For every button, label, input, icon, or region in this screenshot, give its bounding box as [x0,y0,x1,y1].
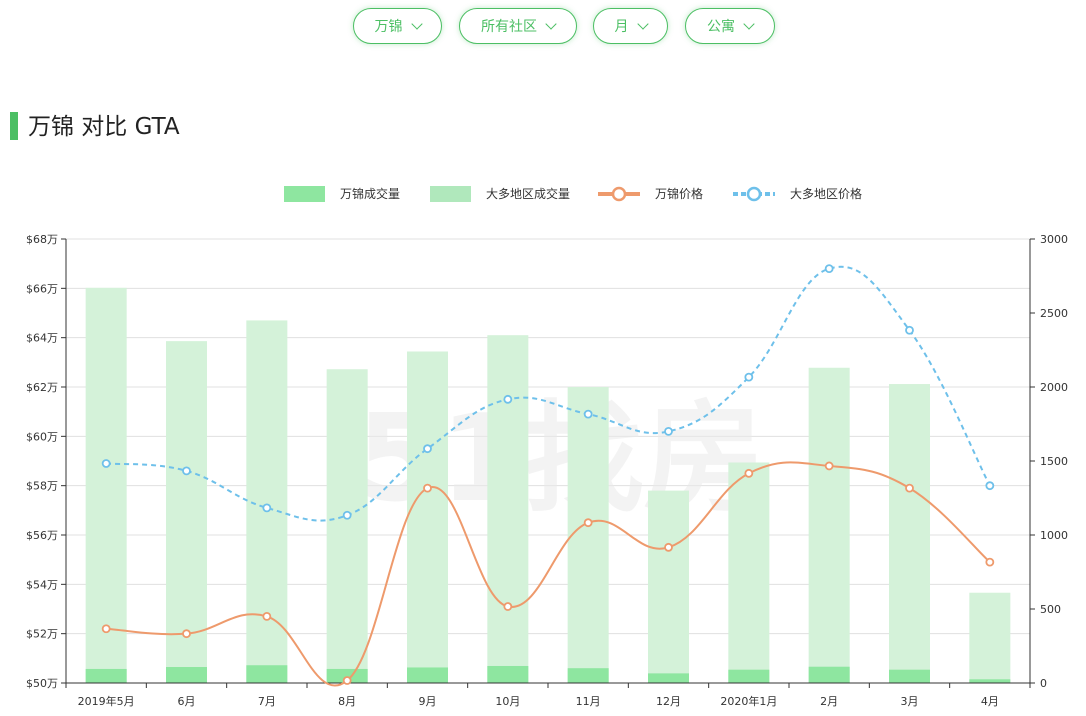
legend-marker-local-price [611,186,627,202]
local-volume-bar [85,668,127,683]
local-volume-bar [246,665,288,683]
gta-volume-bar [326,369,368,683]
gta-volume-bar [487,335,529,683]
gta-volume-bar [648,490,689,683]
y-left-tick-label: $56万 [26,529,58,542]
local-volume-bar [889,669,930,683]
y-right-tick-label: 2500 [1040,307,1068,320]
y-left-tick-label: $64万 [26,332,58,345]
legend-swatch-gta-volume [430,186,471,202]
gta-volume-bar [808,367,850,683]
local-price-point [744,468,754,478]
local-price-point [905,483,914,493]
local-volume-bar [969,679,1011,683]
gta-volume-bar [969,592,1011,683]
local-volume-bar [808,666,850,683]
local-price-point [503,602,513,611]
y-right-tick-label: 1000 [1040,529,1068,542]
price-volume-chart: 51找房 $50万$52万$54万$56万$58万$60万$62万$64万$66… [26,186,1068,708]
legend-label-gta-volume: 大多地区成交量 [486,186,570,201]
x-tick-label: 2020年1月 [720,694,777,708]
x-tick-label: 7月 [258,695,276,708]
x-tick-label: 11月 [576,695,601,708]
gta-volume-bar [407,351,448,683]
y-left-tick-label: $68万 [26,233,58,246]
local-price-point [101,624,111,634]
local-volume-bar [166,667,207,683]
gta-price-point [744,372,754,382]
local-price-point [182,629,191,639]
y-right-tick-label: 3000 [1040,233,1068,246]
local-price-point [664,542,673,552]
y-left-tick-label: $54万 [26,578,58,591]
gta-price-point [262,503,272,513]
y-right-tick-label: 1500 [1040,455,1068,468]
gta-volume-bar [567,387,609,683]
local-price-point [824,461,834,471]
y-right-tick-label: 0 [1040,677,1047,690]
local-volume-bars [85,665,1011,683]
y-left-tick-label: $62万 [26,381,58,394]
local-volume-bar [728,669,770,683]
legend-label-local-volume: 万锦成交量 [340,186,400,201]
gta-price-point [583,409,593,419]
x-tick-label: 3月 [901,695,919,708]
y-left-tick-label: $60万 [26,430,58,443]
local-volume-bar [407,667,448,683]
x-tick-label: 2019年5月 [78,694,135,708]
x-tick-label: 9月 [419,695,437,708]
local-volume-bar [567,668,609,683]
legend-swatch-local-volume [284,186,325,202]
gta-price-point [342,510,352,520]
local-volume-bar [487,665,529,683]
gta-price-point [503,394,513,404]
gta-price-point [905,325,914,335]
x-tick-label: 4月 [981,695,999,708]
legend-marker-gta-price [746,186,762,202]
gta-volume-bar [85,287,127,683]
local-price-point [423,483,432,493]
legend-label-gta-price: 大多地区价格 [790,186,862,201]
x-tick-label: 12月 [656,695,681,708]
y-left-tick-label: $58万 [26,480,58,493]
local-price-point [583,518,593,528]
y-left-tick-label: $50万 [26,677,58,690]
legend-label-local-price: 万锦价格 [655,186,703,201]
gta-price-point [985,481,995,491]
legend: 万锦成交量 大多地区成交量 万锦价格 大多地区价格 [284,186,862,202]
gta-volume-bar [728,462,770,683]
y-right-tick-label: 2000 [1040,381,1068,394]
gta-price-point [423,444,432,454]
gta-price-point [824,264,834,274]
local-volume-bar [648,673,689,683]
y-right-tick-label: 500 [1040,603,1061,616]
y-left-tick-label: $66万 [26,282,58,295]
local-price-point [985,557,995,567]
x-tick-label: 8月 [338,695,356,708]
local-price-point [342,676,352,685]
gta-price-point [182,466,191,476]
x-tick-label: 6月 [178,695,196,708]
gta-volume-bar [246,320,288,683]
x-tick-label: 10月 [495,695,520,708]
x-tick-label: 2月 [820,695,838,708]
gta-volume-bar [889,384,930,683]
local-price-point [262,612,272,621]
y-left-tick-label: $52万 [26,628,58,641]
gta-price-point [101,459,111,468]
gta-price-point [664,426,673,436]
